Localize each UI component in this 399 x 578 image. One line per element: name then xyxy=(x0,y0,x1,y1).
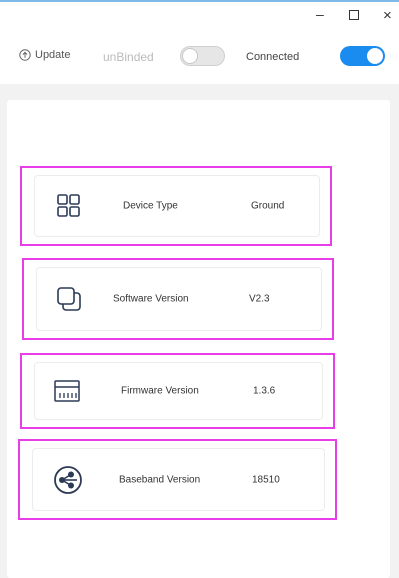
firmware-version-label: Firmware Version xyxy=(121,385,199,397)
highlight-device-type: Device Type Ground xyxy=(20,166,332,246)
toolbar: Update unBinded Connected xyxy=(0,44,399,72)
connected-toggle[interactable] xyxy=(340,46,385,66)
highlight-firmware-version: Firmware Version 1.3.6 xyxy=(20,353,335,429)
software-version-card: Software Version V2.3 xyxy=(36,267,322,331)
firmware-version-value: 1.3.6 xyxy=(253,385,276,397)
highlight-software-version: Software Version V2.3 xyxy=(22,258,334,340)
layers-icon xyxy=(57,287,81,311)
baseband-version-label: Baseband Version xyxy=(119,474,201,485)
update-icon xyxy=(19,49,31,61)
highlight-baseband-version: Baseband Version 18510 xyxy=(18,439,337,520)
toggle-knob xyxy=(182,48,198,64)
software-version-value: V2.3 xyxy=(249,293,270,305)
window-top-border xyxy=(0,0,399,2)
update-label: Update xyxy=(35,49,71,61)
close-button[interactable]: × xyxy=(383,7,392,24)
unbinded-toggle[interactable] xyxy=(180,46,225,66)
software-version-label: Software Version xyxy=(113,293,189,305)
baseband-icon xyxy=(54,465,82,494)
maximize-button[interactable] xyxy=(349,10,359,20)
grid-icon xyxy=(57,194,80,217)
connected-label: Connected xyxy=(246,51,300,63)
unbinded-label: unBinded xyxy=(103,50,154,64)
firmware-version-card: Firmware Version 1.3.6 xyxy=(34,362,323,420)
device-type-value: Ground xyxy=(251,200,285,212)
toggle-knob xyxy=(367,48,383,64)
device-type-card: Device Type Ground xyxy=(34,175,320,237)
device-type-label: Device Type xyxy=(123,200,178,212)
baseband-version-card: Baseband Version 18510 xyxy=(32,448,325,511)
firmware-icon xyxy=(54,380,80,402)
baseband-version-value: 18510 xyxy=(252,474,280,485)
minimize-button[interactable]: – xyxy=(316,6,324,22)
update-button[interactable]: Update xyxy=(19,49,70,61)
